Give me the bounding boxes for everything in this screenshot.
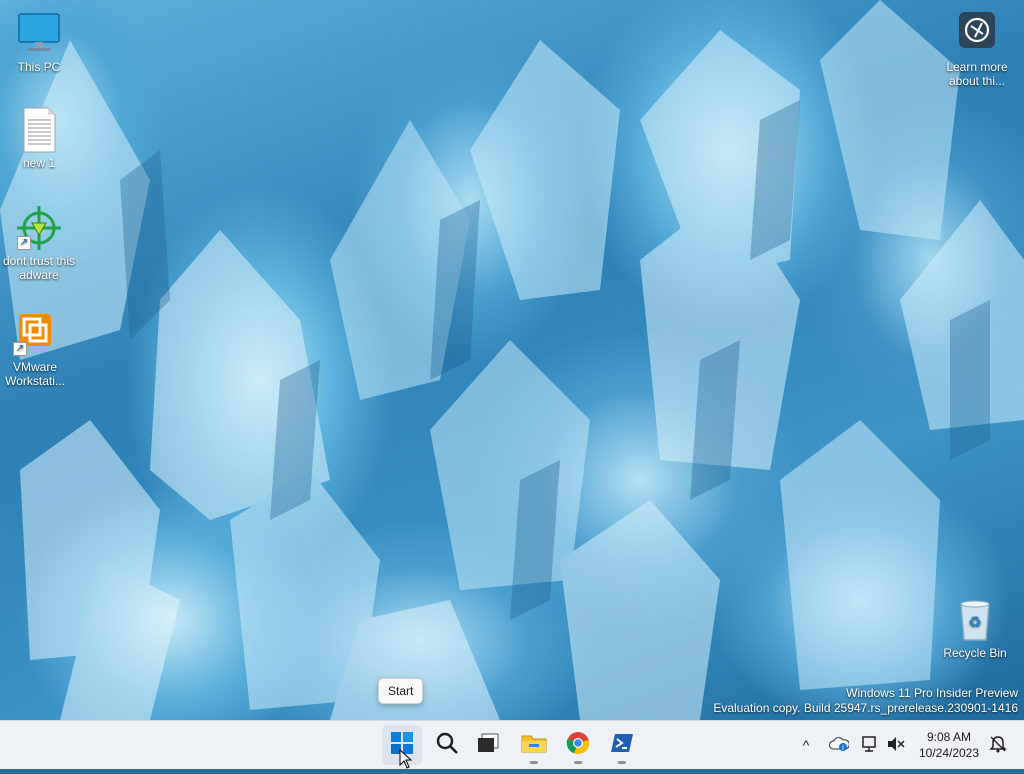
clock-time: 9:08 AM [926, 730, 972, 744]
task-view-button[interactable] [468, 725, 508, 765]
file-explorer-button[interactable] [514, 725, 554, 765]
crosshair-app-icon: ↗ [15, 204, 63, 252]
volume-tray-button[interactable] [886, 735, 906, 755]
clock[interactable]: 9:08 AM 10/24/2023 [912, 729, 986, 761]
onedrive-tray-button[interactable]: i [829, 735, 850, 755]
desktop-icon-new-1[interactable]: new 1 [1, 106, 77, 170]
shortcut-arrow-icon: ↗ [17, 236, 31, 250]
desktop-icon-label: Learn more about thi... [946, 60, 1008, 88]
windows-evaluation-watermark: Windows 11 Pro Insider Preview Evaluatio… [713, 686, 1018, 716]
notification-bell-icon [989, 735, 1007, 756]
watermark-line-1: Windows 11 Pro Insider Preview [846, 686, 1018, 700]
desktop-icon-label: dont trust this adware [2, 254, 76, 282]
chrome-button[interactable] [558, 725, 598, 765]
network-tray-button[interactable] [860, 735, 880, 755]
desktop-icon-label: Recycle Bin [943, 646, 1007, 660]
running-indicator [574, 761, 582, 764]
powershell-icon [610, 732, 634, 759]
search-button[interactable] [427, 725, 467, 765]
text-document-icon [15, 106, 63, 154]
watermark-line-2: Evaluation copy. Build 25947.rs_prerelea… [713, 701, 1018, 715]
clock-date: 10/24/2023 [918, 746, 980, 760]
desktop-icon-label: new 1 [22, 156, 56, 170]
running-indicator [530, 761, 538, 764]
task-view-icon [476, 732, 500, 759]
chrome-icon [566, 731, 590, 760]
chevron-up-icon: ^ [802, 737, 810, 753]
svg-text:i: i [842, 744, 844, 752]
notification-button[interactable] [988, 735, 1008, 755]
desktop-icon-vmware-workstation[interactable]: ↗ VMware Workstati... [0, 310, 73, 388]
desktop-icon-label: VMware Workstati... [5, 360, 65, 388]
running-indicator [618, 761, 626, 764]
speaker-muted-icon [886, 735, 906, 756]
vmware-icon: ↗ [11, 310, 59, 358]
shortcut-arrow-icon: ↗ [13, 342, 27, 356]
desktop-icon-label: This PC [17, 60, 61, 74]
search-icon [435, 731, 459, 760]
camera-info-icon [953, 10, 1001, 58]
mouse-cursor-icon [399, 748, 413, 774]
monitor-icon [15, 10, 63, 58]
cloud-info-icon: i [829, 736, 850, 755]
svg-text:♻: ♻ [968, 613, 981, 631]
start-tooltip: Start [378, 678, 424, 704]
network-disconnected-icon [860, 735, 880, 756]
desktop-icon-recycle-bin[interactable]: ♻ Recycle Bin [937, 596, 1013, 660]
recycle-bin-icon: ♻ [951, 596, 999, 644]
taskbar: ^ i 9:08 AM 10/24/2023 [0, 720, 1024, 769]
desktop-icon-learn-more[interactable]: Learn more about thi... [937, 10, 1017, 88]
folder-icon [521, 732, 547, 759]
powershell-button[interactable] [602, 725, 642, 765]
desktop-icon-dont-trust-this-adware[interactable]: ↗ dont trust this adware [1, 204, 77, 282]
show-hidden-icons-chevron[interactable]: ^ [796, 735, 816, 755]
desktop-icon-this-pc[interactable]: This PC [1, 10, 77, 74]
glacier-ice-illustration [0, 0, 1024, 720]
desktop-wallpaper [0, 0, 1024, 720]
